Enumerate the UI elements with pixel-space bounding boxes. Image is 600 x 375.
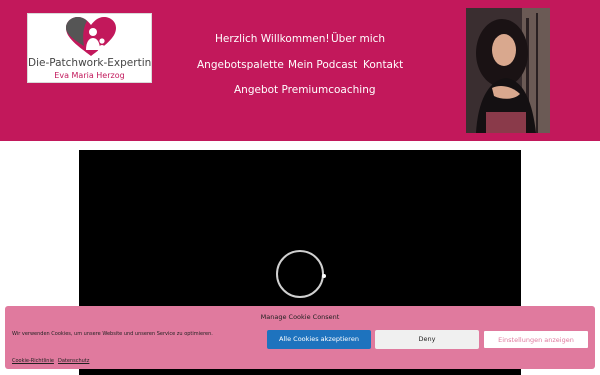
nav-item-angebotspalette[interactable]: Angebotspalette [197, 59, 284, 71]
cookie-consent-banner: Manage Cookie Consent Wir verwenden Cook… [5, 306, 595, 369]
nav-item-ueber-mich[interactable]: Über mich [331, 33, 385, 45]
deny-cookies-button[interactable]: Deny [375, 330, 479, 349]
logo-subtitle: Eva Maria Herzog [54, 71, 125, 80]
nav-item-angebot-premiumcoaching[interactable]: Angebot Premiumcoaching [234, 84, 376, 96]
loading-spinner-icon [276, 250, 326, 298]
privacy-link[interactable]: Datenschutz [58, 358, 89, 364]
nav-item-herzlich-willkommen[interactable]: Herzlich Willkommen! [215, 33, 330, 45]
site-header: Die-Patchwork-Expertin Eva Maria Herzog … [0, 0, 600, 141]
accept-all-cookies-button[interactable]: Alle Cookies akzeptieren [267, 330, 371, 349]
nav-item-kontakt[interactable]: Kontakt [363, 59, 403, 71]
nav-item-mein-podcast[interactable]: Mein Podcast [288, 59, 357, 71]
site-logo[interactable]: Die-Patchwork-Expertin Eva Maria Herzog [27, 13, 152, 83]
cookie-title: Manage Cookie Consent [260, 313, 340, 321]
spinner-dot [322, 274, 326, 278]
portrait-photo [466, 8, 550, 133]
logo-title: Die-Patchwork-Expertin [28, 57, 152, 69]
cookie-policy-link[interactable]: Cookie-Richtlinie [12, 358, 54, 364]
heart-family-icon [66, 17, 116, 56]
show-settings-button[interactable]: Einstellungen anzeigen [483, 330, 589, 349]
cookie-message: Wir verwenden Cookies, um unsere Website… [12, 331, 213, 337]
